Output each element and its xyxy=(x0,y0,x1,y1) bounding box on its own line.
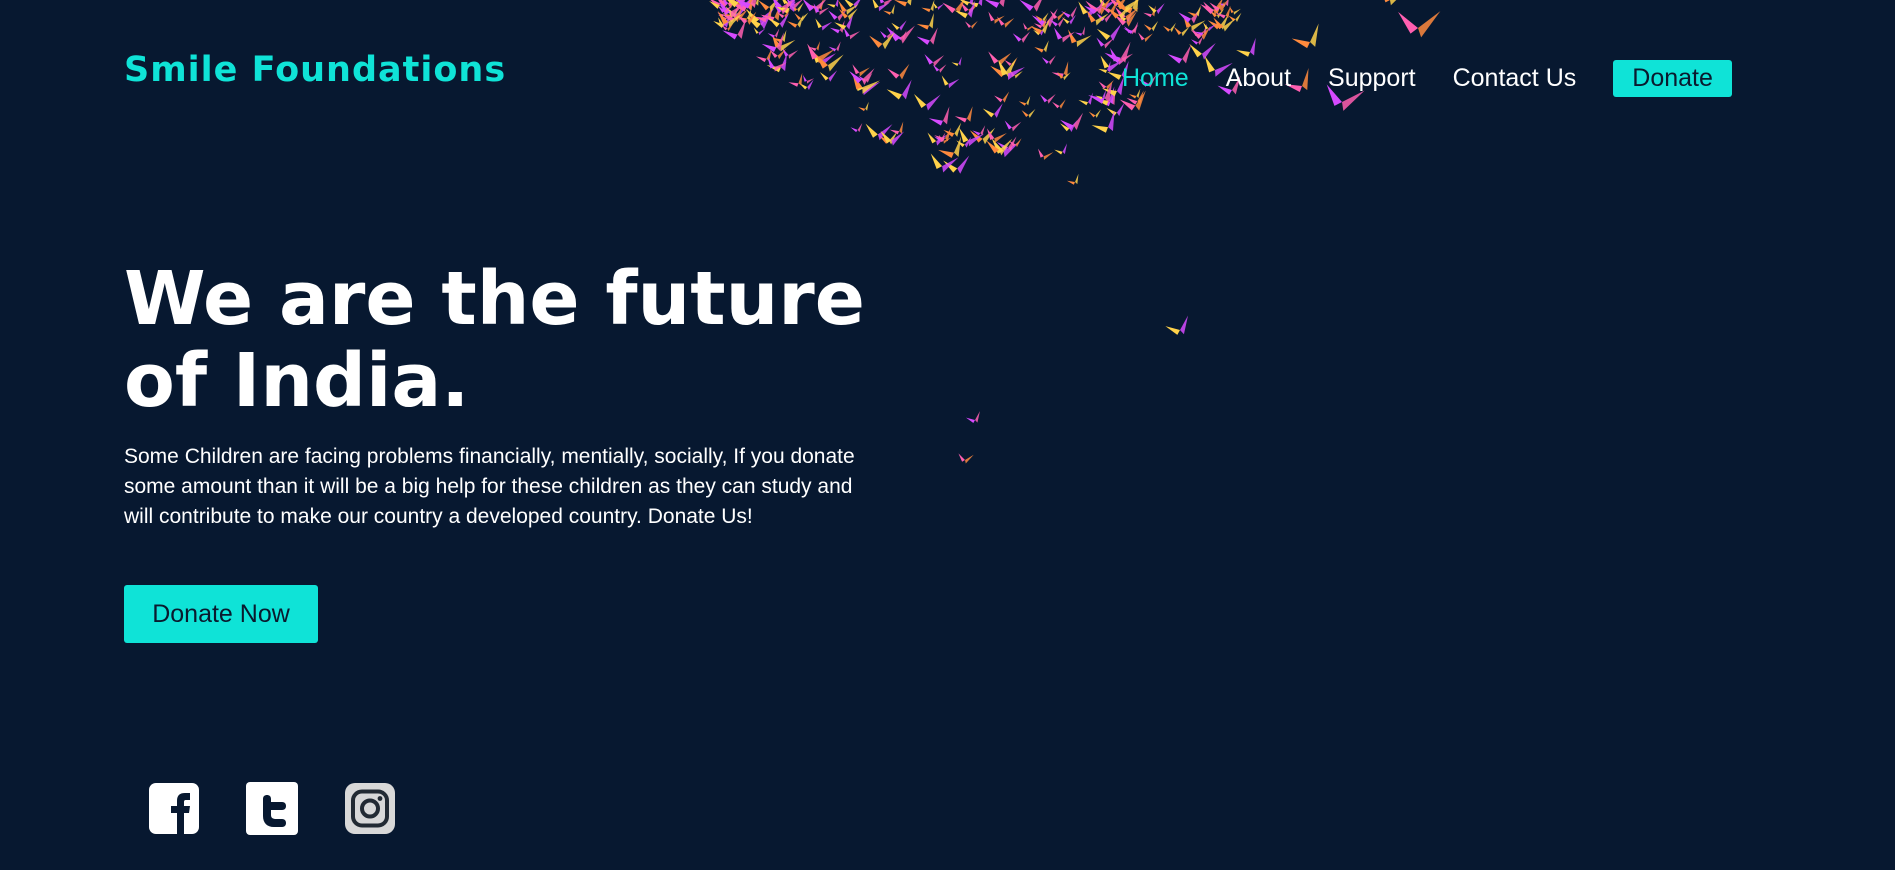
nav-link-support[interactable]: Support xyxy=(1328,64,1416,93)
instagram-icon[interactable] xyxy=(344,782,396,835)
nav-link-about[interactable]: About xyxy=(1226,64,1291,93)
facebook-icon[interactable] xyxy=(148,782,200,835)
nav-donate-button[interactable]: Donate xyxy=(1613,60,1732,97)
hero-title: We are the future of India. xyxy=(124,256,865,424)
flying-birds-decoration xyxy=(708,0,1441,464)
nav-link-contact[interactable]: Contact Us xyxy=(1453,64,1577,93)
hero-description: Some Children are facing problems financ… xyxy=(124,445,855,528)
nav-link-home[interactable]: Home xyxy=(1122,64,1189,93)
donate-now-button[interactable]: Donate Now xyxy=(124,585,318,643)
social-links xyxy=(148,782,442,835)
twitter-icon[interactable] xyxy=(246,782,298,835)
main-nav: Home About Support Contact Us Donate xyxy=(1122,60,1732,97)
site-logo[interactable]: Smile Foundations xyxy=(124,50,506,90)
